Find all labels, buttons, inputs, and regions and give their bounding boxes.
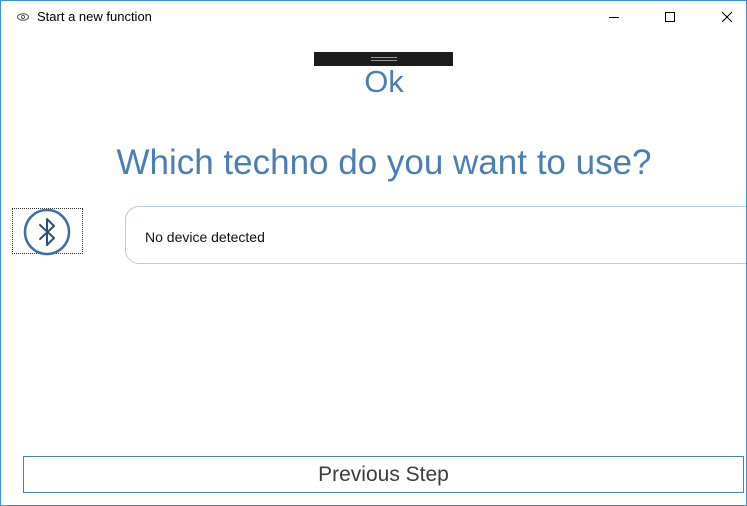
grip-line — [371, 57, 397, 58]
app-icon — [16, 10, 30, 24]
close-icon — [721, 11, 733, 23]
maximize-button[interactable] — [647, 1, 693, 33]
bluetooth-icon — [23, 208, 71, 256]
close-button[interactable] — [704, 1, 746, 33]
minimize-icon — [609, 17, 619, 18]
title-bar[interactable]: Start a new function — [1, 1, 746, 33]
maximize-icon — [665, 12, 675, 22]
window-title: Start a new function — [37, 9, 152, 24]
bluetooth-techno-button[interactable] — [12, 208, 83, 256]
previous-step-button[interactable]: Previous Step — [23, 456, 744, 493]
status-text: Ok — [364, 64, 404, 99]
device-list: No device detected — [125, 206, 746, 264]
minimize-button[interactable] — [591, 1, 637, 33]
grip-line — [371, 60, 397, 61]
app-window: Start a new function Ok Which techno do … — [0, 0, 747, 506]
device-list-empty-message: No device detected — [145, 229, 265, 245]
page-heading: Which techno do you want to use? — [116, 143, 652, 182]
